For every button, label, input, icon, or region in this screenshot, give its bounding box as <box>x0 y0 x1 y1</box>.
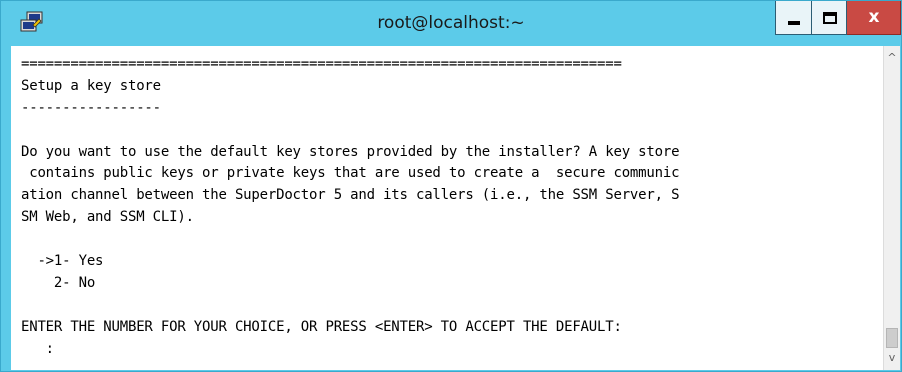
close-icon: x <box>868 7 880 27</box>
scroll-up-icon[interactable]: ^ <box>884 50 900 66</box>
terminal-line: 2- No <box>21 274 96 291</box>
terminal-line: ----------------- <box>21 99 161 116</box>
vertical-scrollbar[interactable]: ^ v <box>883 46 900 370</box>
terminal-output[interactable]: ========================================… <box>11 46 883 370</box>
minimize-icon <box>788 21 800 25</box>
terminal-line: ========================================… <box>21 56 622 72</box>
terminal-window: root@localhost:~ x =====================… <box>0 0 902 372</box>
terminal-input-line[interactable]: : <box>21 339 679 361</box>
terminal-text: ========================================… <box>21 54 680 361</box>
scroll-down-icon[interactable]: v <box>884 350 900 366</box>
terminal-line: Setup a key store <box>21 77 161 94</box>
terminal-line: ENTER THE NUMBER FOR YOUR CHOICE, OR PRE… <box>21 318 622 335</box>
terminal-line: Do you want to use the default key store… <box>21 143 680 160</box>
title-bar[interactable]: root@localhost:~ x <box>1 1 901 45</box>
terminal-line: ation channel between the SuperDoctor 5 … <box>21 187 680 204</box>
maximize-icon <box>823 12 837 24</box>
minimize-button[interactable] <box>775 1 811 35</box>
scrollbar-thumb[interactable] <box>886 328 898 348</box>
maximize-button[interactable] <box>811 1 847 35</box>
window-title: root@localhost:~ <box>377 13 525 33</box>
close-button[interactable]: x <box>847 1 901 35</box>
terminal-line: contains public keys or private keys tha… <box>21 165 680 182</box>
terminal-line: ->1- Yes <box>21 253 104 270</box>
terminal-line: SM Web, and SSM CLI). <box>21 209 194 226</box>
